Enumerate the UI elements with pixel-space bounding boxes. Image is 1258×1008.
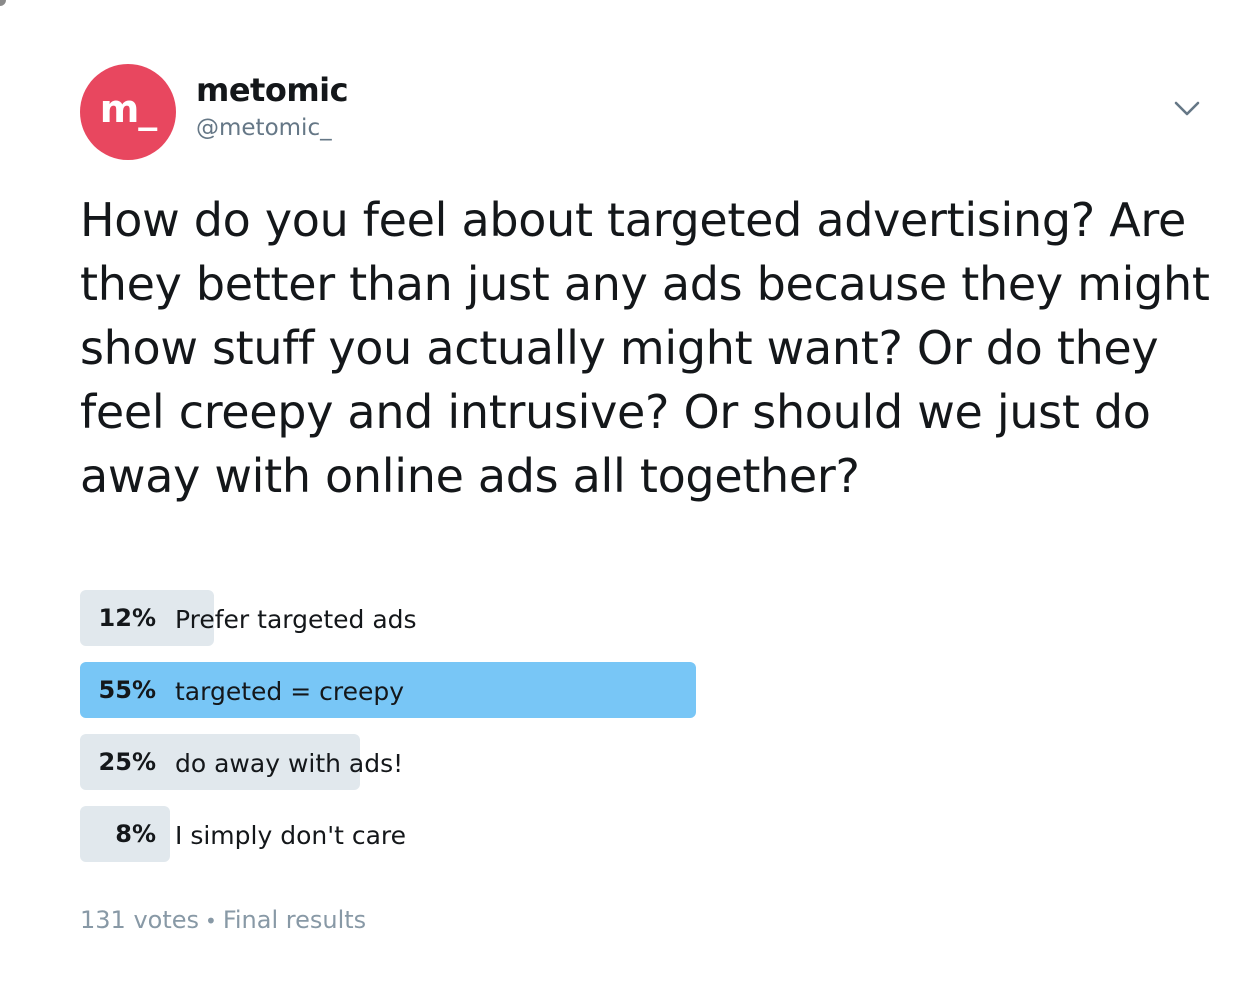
- display-name[interactable]: metomic: [196, 70, 349, 110]
- tweet-text: How do you feel about targeted advertisi…: [80, 193, 1210, 503]
- author-names: metomic @metomic_: [196, 70, 349, 144]
- chevron-down-icon[interactable]: [1174, 100, 1200, 118]
- tweet-card: m_ metomic @metomic_ How do you feel abo…: [0, 0, 1258, 1008]
- poll-percent: 8%: [115, 820, 156, 848]
- avatar[interactable]: m_: [80, 64, 176, 160]
- poll-percent: 12%: [98, 604, 156, 632]
- poll-option-label: Prefer targeted ads: [175, 605, 417, 634]
- vote-count: 131 votes: [80, 906, 200, 934]
- poll-option: 12% Prefer targeted ads: [80, 590, 1180, 646]
- poll-option: 25% do away with ads!: [80, 734, 1180, 790]
- user-handle[interactable]: @metomic_: [196, 112, 348, 144]
- poll-status: Final results: [222, 906, 367, 934]
- tweet-header: m_ metomic @metomic_: [80, 64, 1218, 160]
- poll-option-label: targeted = creepy: [175, 677, 405, 706]
- poll-option-label: do away with ads!: [175, 749, 404, 778]
- poll: 12% Prefer targeted ads 55% targeted = c…: [80, 590, 1180, 878]
- poll-percent: 25%: [98, 748, 156, 776]
- separator-dot: •: [205, 909, 217, 933]
- poll-option: 8% I simply don't care: [80, 806, 1180, 862]
- poll-footer: 131 votes • Final results: [80, 900, 366, 941]
- poll-option: 55% targeted = creepy: [80, 662, 1180, 718]
- window-corner: [0, 0, 6, 6]
- avatar-text: m_: [99, 87, 158, 131]
- poll-percent: 55%: [98, 676, 156, 704]
- poll-option-label: I simply don't care: [175, 821, 407, 850]
